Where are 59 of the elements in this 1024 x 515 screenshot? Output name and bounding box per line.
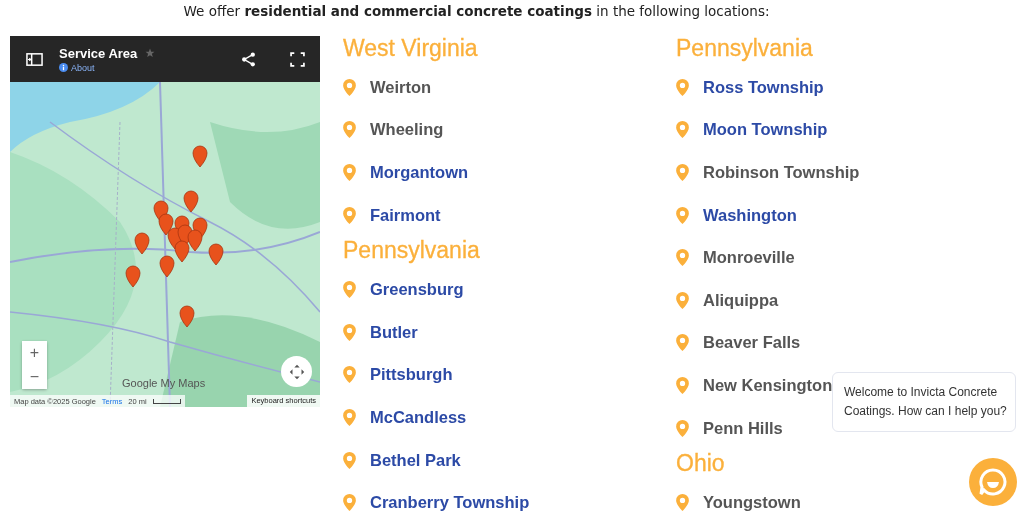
city-name: Weirton: [370, 77, 432, 97]
map-logo: Google My Maps: [122, 377, 206, 389]
city-link[interactable]: Bethel Park: [370, 450, 461, 470]
city-link[interactable]: Greensburg: [370, 280, 464, 300]
city-link[interactable]: Washington: [703, 205, 797, 225]
intro-text: We offer residential and commercial concrete coatings in the following locations:: [182, 2, 771, 21]
city-link[interactable]: Butler: [370, 322, 418, 342]
location-pin-icon: [676, 206, 689, 224]
location-pin-icon: [343, 323, 356, 341]
location-pin-icon: [343, 451, 356, 469]
scale-bar: [152, 398, 181, 404]
zoom-in-button[interactable]: +: [22, 341, 47, 365]
location-pin-icon: [676, 121, 689, 139]
state-heading: Pennsylvania: [343, 238, 481, 263]
city-name: Aliquippa: [703, 290, 779, 310]
city-name: Monroeville: [703, 248, 795, 268]
city-link[interactable]: Moon Township: [703, 120, 828, 140]
location-pin-icon: [343, 408, 356, 426]
city-link[interactable]: McCandless: [370, 407, 467, 427]
location-pin-icon: [676, 78, 689, 96]
chat-message: Welcome to Invicta Concrete Coatings. How can I help you?: [832, 372, 1016, 432]
location-pin-icon: [343, 121, 356, 139]
location-pin-icon: [676, 291, 689, 309]
city-name: Penn Hills: [703, 418, 783, 438]
state-heading: Ohio: [676, 451, 726, 476]
chat-bubble-icon: [978, 467, 1008, 497]
map-title: Service Area: [59, 45, 138, 61]
location-pin-icon: [676, 419, 689, 437]
fullscreen-icon[interactable]: [289, 51, 306, 67]
star-icon[interactable]: [145, 48, 156, 58]
location-pin-icon: [676, 334, 689, 352]
zoom-out-button[interactable]: −: [22, 365, 47, 389]
city-link[interactable]: Fairmont: [370, 205, 441, 225]
info-icon: [59, 63, 68, 72]
city-link[interactable]: Pittsburgh: [370, 365, 453, 385]
about-link[interactable]: About: [59, 62, 156, 73]
location-pin-icon: [676, 494, 689, 512]
state-heading: West Virginia: [343, 36, 479, 60]
city-name: New Kensington: [703, 375, 833, 395]
city-link[interactable]: Morgantown: [370, 163, 469, 182]
city-name: Beaver Falls: [703, 333, 801, 353]
location-pin-icon: [343, 494, 356, 512]
location-pin-icon: [676, 376, 689, 394]
location-pin-icon: [343, 78, 356, 96]
location-pin-icon: [343, 366, 356, 384]
state-heading: Pennsylvania: [676, 36, 814, 60]
location-pin-icon: [343, 206, 356, 224]
city-name: Youngstown: [703, 493, 801, 513]
location-pin-icon: [343, 281, 356, 299]
arrows-icon: [287, 362, 306, 381]
city-link[interactable]: Cranberry Township: [370, 493, 530, 513]
share-icon[interactable]: [240, 51, 257, 67]
location-pin-icon: [676, 249, 689, 267]
city-link[interactable]: Ross Township: [703, 77, 824, 97]
sidebar-toggle-icon[interactable]: [26, 51, 43, 67]
city-name: Wheeling: [370, 120, 444, 140]
city-name: Robinson Township: [703, 163, 860, 182]
location-pin-icon: [676, 164, 689, 181]
location-pin-icon: [343, 164, 356, 181]
